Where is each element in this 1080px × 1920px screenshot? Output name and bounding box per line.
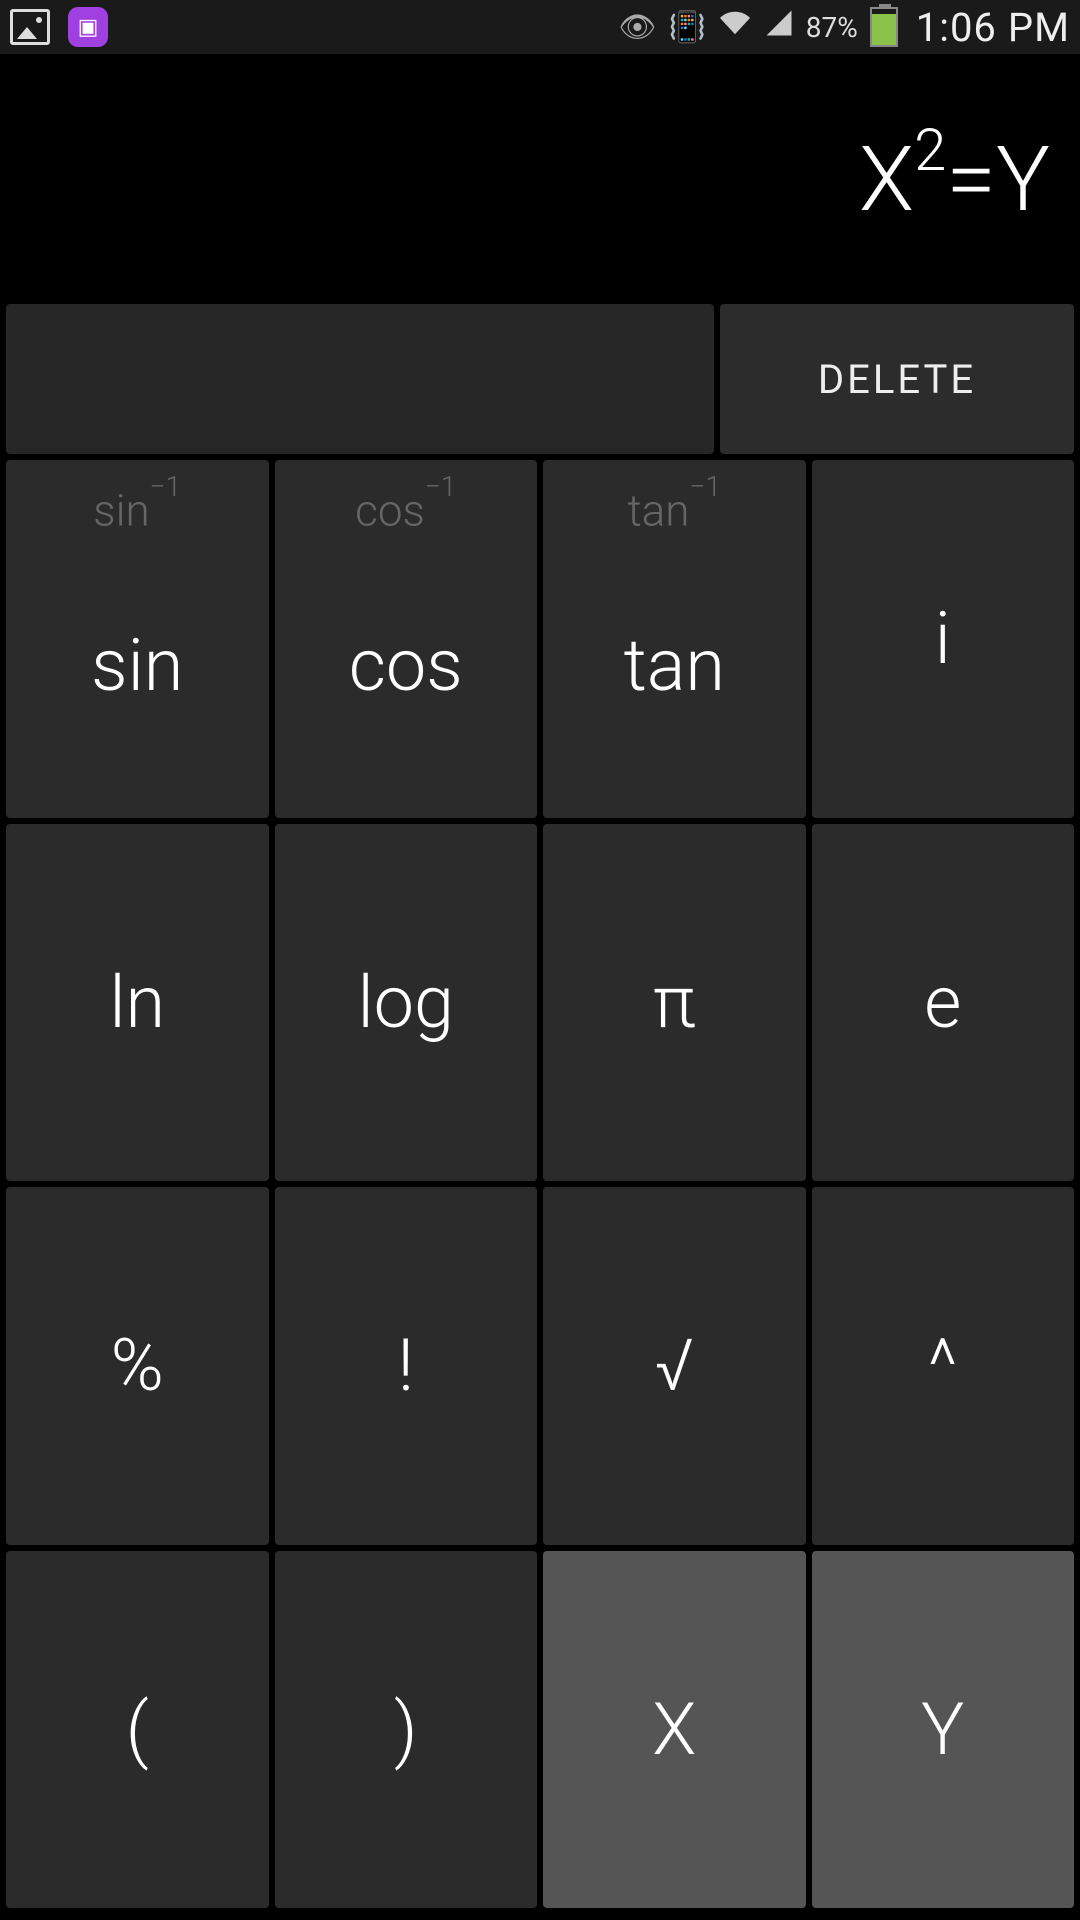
power-key[interactable]: ^ bbox=[812, 1187, 1075, 1545]
cos-key[interactable]: cos−1 cos bbox=[275, 460, 538, 818]
y-variable-key[interactable]: Y bbox=[812, 1551, 1075, 1909]
e-label: e bbox=[924, 960, 961, 1045]
tan-key[interactable]: tan−1 tan bbox=[543, 460, 806, 818]
alt-sup: −1 bbox=[150, 470, 182, 503]
status-right: 👁 📳 87% 1:06 PM bbox=[618, 4, 1070, 51]
sqrt-key[interactable]: √ bbox=[543, 1187, 806, 1545]
open-paren-label: ( bbox=[126, 1687, 149, 1772]
cell-signal-icon bbox=[764, 8, 794, 46]
arccos-label: cos−1 bbox=[355, 484, 456, 537]
smart-stay-icon: 👁 bbox=[618, 10, 656, 45]
arctan-label: tan−1 bbox=[628, 484, 721, 537]
open-paren-key[interactable]: ( bbox=[6, 1551, 269, 1909]
sqrt-label: √ bbox=[655, 1323, 694, 1408]
expression: X2=Y bbox=[859, 127, 1050, 232]
alt-base: sin bbox=[93, 485, 149, 537]
battery-percent: 87% bbox=[806, 11, 858, 44]
arcsin-label: sin−1 bbox=[93, 484, 181, 537]
action-row: DELETE bbox=[0, 304, 1080, 454]
i-label: i bbox=[935, 596, 951, 681]
log-label: log bbox=[357, 960, 454, 1045]
alt-sup: −1 bbox=[425, 470, 457, 503]
expression-tail: =Y bbox=[946, 127, 1050, 232]
sin-key[interactable]: sin−1 sin bbox=[6, 460, 269, 818]
close-paren-label: ) bbox=[394, 1687, 417, 1772]
wifi-icon bbox=[718, 8, 752, 46]
status-bar: ▣ 👁 📳 87% 1:06 PM bbox=[0, 0, 1080, 54]
sin-label: sin bbox=[91, 623, 183, 708]
gallery-icon bbox=[10, 9, 50, 45]
status-left: ▣ bbox=[10, 7, 108, 47]
tan-label: tan bbox=[624, 623, 725, 708]
calculator-display: X2=Y bbox=[0, 54, 1080, 304]
i-key[interactable]: i bbox=[812, 460, 1075, 818]
percent-key[interactable]: % bbox=[6, 1187, 269, 1545]
alt-base: cos bbox=[355, 485, 425, 537]
app-notification-icon: ▣ bbox=[68, 7, 108, 47]
percent-label: % bbox=[111, 1323, 164, 1408]
pi-label: π bbox=[653, 960, 696, 1045]
delete-button[interactable]: DELETE bbox=[720, 304, 1074, 454]
scientific-keypad: sin−1 sin cos−1 cos tan−1 tan i ln log π… bbox=[0, 454, 1080, 1914]
y-label: Y bbox=[921, 1687, 964, 1772]
x-label: X bbox=[652, 1687, 696, 1772]
e-key[interactable]: e bbox=[812, 824, 1075, 1182]
power-label: ^ bbox=[928, 1323, 958, 1408]
vibrate-icon: 📳 bbox=[668, 10, 705, 45]
history-area[interactable] bbox=[6, 304, 714, 454]
ln-key[interactable]: ln bbox=[6, 824, 269, 1182]
expression-exponent: 2 bbox=[914, 117, 946, 185]
delete-label: DELETE bbox=[818, 356, 976, 403]
close-paren-key[interactable]: ) bbox=[275, 1551, 538, 1909]
pi-key[interactable]: π bbox=[543, 824, 806, 1182]
expression-base: X bbox=[859, 127, 914, 232]
clock: 1:06 PM bbox=[916, 4, 1070, 51]
battery-icon bbox=[870, 7, 898, 47]
factorial-label: ! bbox=[398, 1323, 414, 1408]
alt-sup: −1 bbox=[689, 470, 721, 503]
x-variable-key[interactable]: X bbox=[543, 1551, 806, 1909]
log-key[interactable]: log bbox=[275, 824, 538, 1182]
cos-label: cos bbox=[349, 623, 463, 708]
ln-label: ln bbox=[109, 960, 165, 1045]
alt-base: tan bbox=[628, 485, 690, 537]
factorial-key[interactable]: ! bbox=[275, 1187, 538, 1545]
